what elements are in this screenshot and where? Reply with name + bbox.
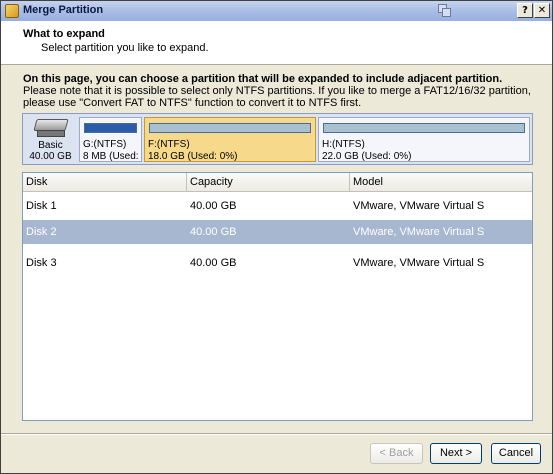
windows-icon xyxy=(438,4,452,18)
disk-basic-block[interactable]: Basic 40.00 GB xyxy=(25,116,76,162)
cell-disk: Disk 2 xyxy=(26,226,57,238)
disk-size: 40.00 GB xyxy=(29,151,72,162)
footer-divider xyxy=(1,433,552,435)
partition-info: 18.0 GB (Used: 0%) xyxy=(148,151,238,162)
disk-map: Basic 40.00 GB G:(NTFS) 8 MB (Used: 3 F:… xyxy=(22,113,533,165)
partition-name: H:(NTFS) xyxy=(322,139,365,150)
column-header-model[interactable]: Model xyxy=(350,173,532,192)
disk-type: Basic xyxy=(38,140,63,151)
app-icon xyxy=(5,4,19,18)
title-bar[interactable]: Merge Partition ? ✕ xyxy=(1,1,552,21)
header-title: What to expand xyxy=(23,28,105,40)
cell-capacity: 40.00 GB xyxy=(190,200,237,212)
description-rest: Please note that it is possible to selec… xyxy=(23,85,531,109)
partition-f[interactable]: F:(NTFS) 18.0 GB (Used: 0%) xyxy=(144,117,316,162)
table-row[interactable]: Disk 2 40.00 GB VMware, VMware Virtual S xyxy=(23,220,532,245)
cancel-button[interactable]: Cancel xyxy=(491,443,541,464)
cell-disk: Disk 1 xyxy=(26,200,57,212)
window-title: Merge Partition xyxy=(23,4,104,16)
partition-name: F:(NTFS) xyxy=(148,139,190,150)
disk-table: Disk Capacity Model Disk 1 40.00 GB VMwa… xyxy=(22,172,533,421)
column-header-capacity[interactable]: Capacity xyxy=(187,173,350,192)
table-row[interactable]: Disk 1 40.00 GB VMware, VMware Virtual S xyxy=(23,194,532,219)
wizard-header: What to expand Select partition you like… xyxy=(1,21,552,65)
partition-h[interactable]: H:(NTFS) 22.0 GB (Used: 0%) xyxy=(318,117,530,162)
cell-capacity: 40.00 GB xyxy=(190,226,237,238)
partition-g[interactable]: G:(NTFS) 8 MB (Used: 3 xyxy=(79,117,142,162)
partition-usage-fill xyxy=(85,124,136,132)
header-subtitle: Select partition you like to expand. xyxy=(41,42,209,54)
help-button[interactable]: ? xyxy=(517,3,533,18)
hard-disk-icon xyxy=(33,119,69,139)
cell-model: VMware, VMware Virtual S xyxy=(353,257,485,269)
table-row[interactable]: Disk 3 40.00 GB VMware, VMware Virtual S xyxy=(23,251,532,276)
description-bold: On this page, you can choose a partition… xyxy=(23,73,503,85)
partition-usage-bar xyxy=(84,123,137,133)
cell-model: VMware, VMware Virtual S xyxy=(353,200,485,212)
table-header: Disk Capacity Model xyxy=(23,173,532,192)
partition-name: G:(NTFS) xyxy=(83,139,127,150)
partition-usage-bar xyxy=(149,123,311,133)
column-header-disk[interactable]: Disk xyxy=(23,173,187,192)
close-button[interactable]: ✕ xyxy=(534,3,550,18)
next-button[interactable]: Next > xyxy=(430,443,482,464)
partition-info: 8 MB (Used: 3 xyxy=(83,151,141,162)
partition-info: 22.0 GB (Used: 0%) xyxy=(322,151,412,162)
page-description: On this page, you can choose a partition… xyxy=(23,73,533,109)
cell-capacity: 40.00 GB xyxy=(190,257,237,269)
back-button[interactable]: < Back xyxy=(370,443,423,464)
partition-usage-bar xyxy=(323,123,525,133)
cell-disk: Disk 3 xyxy=(26,257,57,269)
cell-model: VMware, VMware Virtual S xyxy=(353,226,485,238)
merge-partition-dialog: Merge Partition ? ✕ What to expand Selec… xyxy=(0,0,553,474)
